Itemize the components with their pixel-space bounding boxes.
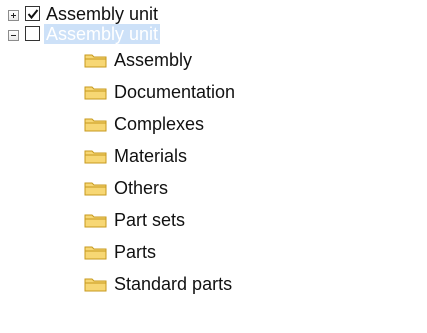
node-1-label[interactable]: Assembly unit bbox=[46, 4, 158, 24]
child-label[interactable]: Documentation bbox=[114, 82, 235, 102]
child-label[interactable]: Standard parts bbox=[114, 274, 232, 294]
folder-icon bbox=[84, 278, 107, 292]
folder-icon bbox=[84, 118, 107, 132]
node-1-checkbox[interactable] bbox=[25, 6, 40, 21]
folder-icon bbox=[84, 214, 107, 228]
child-label[interactable]: Assembly bbox=[114, 50, 192, 70]
folder-icon bbox=[84, 54, 107, 68]
child-label[interactable]: Others bbox=[114, 178, 168, 198]
node-2-checkbox[interactable] bbox=[25, 26, 40, 41]
minus-box-icon[interactable] bbox=[8, 30, 19, 41]
child-label[interactable]: Materials bbox=[114, 146, 187, 166]
plus-box-icon[interactable] bbox=[8, 10, 19, 21]
child-label[interactable]: Part sets bbox=[114, 210, 185, 230]
folder-icon bbox=[84, 86, 107, 100]
child-label[interactable]: Parts bbox=[114, 242, 156, 262]
node-2-label[interactable]: Assembly unit bbox=[44, 24, 161, 44]
child-label[interactable]: Complexes bbox=[114, 114, 204, 134]
checkmark-icon bbox=[27, 9, 39, 20]
folder-icon bbox=[84, 246, 107, 260]
folder-icon bbox=[84, 182, 107, 196]
tree-view[interactable]: Assembly unit Assembly unit Assembly Doc… bbox=[0, 0, 427, 333]
folder-icon bbox=[84, 150, 107, 164]
